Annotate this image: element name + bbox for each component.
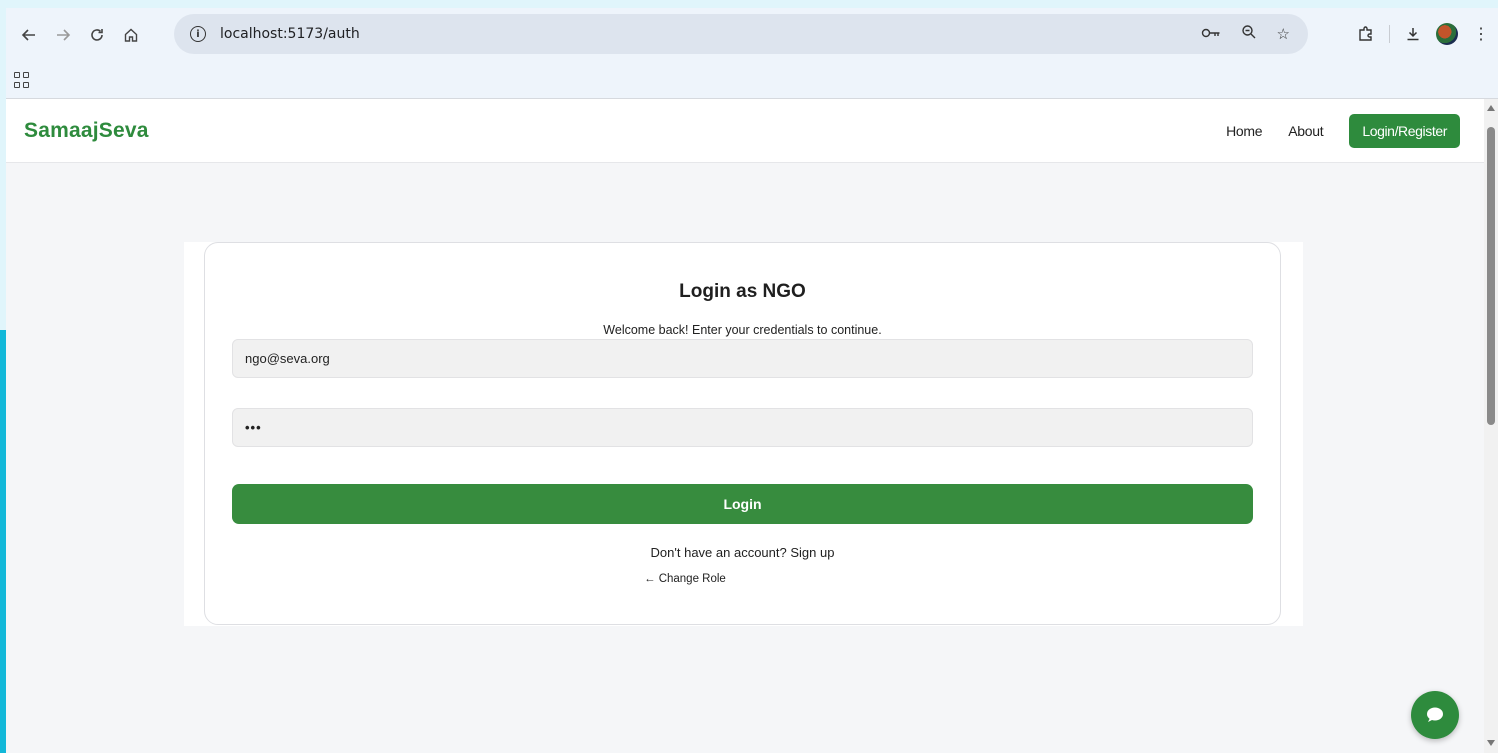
change-role-link[interactable]: ← Change Role [644,573,726,585]
site-navbar: SamaajSeva Home About Login/Register [6,99,1484,163]
page-viewport: SamaajSeva Home About Login/Register Log… [6,98,1498,753]
nav-link-about[interactable]: About [1288,123,1323,139]
scroll-down-arrow[interactable] [1487,740,1495,746]
chat-bubble-icon[interactable] [1411,691,1459,739]
forward-icon[interactable] [48,20,78,50]
password-field[interactable]: ••• [232,408,1253,447]
browser-window: i localhost:5173/auth ☆ ⋮ SamaajSeva Hom… [6,8,1498,753]
bookmark-star-icon[interactable]: ☆ [1277,25,1290,43]
login-register-button[interactable]: Login/Register [1349,114,1460,148]
login-section: Login as NGO Welcome back! Enter your cr… [184,242,1303,626]
reload-icon[interactable] [82,20,112,50]
back-icon[interactable] [14,20,44,50]
zoom-icon[interactable] [1241,24,1257,44]
url-text[interactable]: localhost:5173/auth [220,26,360,42]
nav-link-home[interactable]: Home [1226,123,1262,139]
download-icon[interactable] [1396,17,1430,51]
home-icon[interactable] [116,20,146,50]
login-button[interactable]: Login [232,484,1253,524]
toolbar-divider [1389,25,1390,43]
password-key-icon[interactable] [1201,26,1221,43]
login-subtitle: Welcome back! Enter your credentials to … [603,323,882,337]
profile-avatar[interactable] [1430,17,1464,51]
brand-logo[interactable]: SamaajSeva [24,119,149,143]
site-info-icon[interactable]: i [190,26,206,42]
email-field[interactable]: ngo@seva.org [232,339,1253,378]
signup-link[interactable]: Don't have an account? Sign up [205,545,1280,560]
page-scrollbar[interactable] [1484,99,1498,753]
scroll-up-arrow[interactable] [1487,105,1495,111]
browser-toolbar: i localhost:5173/auth ☆ ⋮ [6,8,1498,62]
address-bar[interactable]: i localhost:5173/auth ☆ [174,14,1308,54]
extensions-icon[interactable] [1349,17,1383,51]
frame-accent [0,330,6,753]
login-card: Login as NGO Welcome back! Enter your cr… [204,242,1281,625]
scroll-thumb[interactable] [1487,127,1495,425]
apps-grid-icon[interactable] [14,72,30,88]
bookmarks-bar [6,62,1498,98]
menu-kebab-icon[interactable]: ⋮ [1464,17,1498,51]
login-title: Login as NGO [679,281,806,302]
